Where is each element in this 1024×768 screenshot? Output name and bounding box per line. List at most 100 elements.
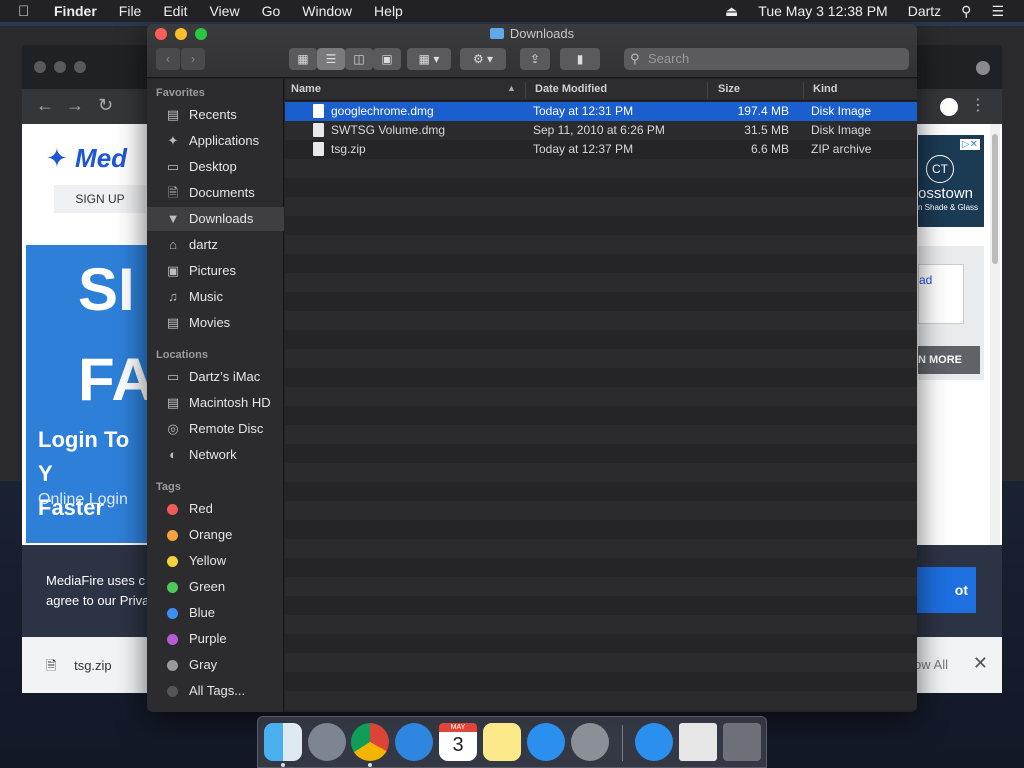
menu-view[interactable]: View <box>209 3 239 19</box>
sidebar-item-desktop[interactable]: ▭ Desktop <box>147 155 284 179</box>
share-icon[interactable]: ⇪ <box>520 48 550 70</box>
close-downloads-bar-icon[interactable]: ✕ <box>973 653 988 674</box>
locations-header: Locations <box>156 349 208 361</box>
notes-icon[interactable] <box>483 723 521 761</box>
ad-close-icon[interactable]: ▷✕ <box>959 139 980 150</box>
gallery-view-button[interactable]: ▣ <box>373 48 401 70</box>
sidebar-item-home[interactable]: ⌂ dartz <box>147 233 284 257</box>
search-input[interactable]: ⚲ Search <box>624 48 909 70</box>
launchpad-icon[interactable] <box>308 723 346 761</box>
sidebar-item-music[interactable]: ♫ Music <box>147 285 284 309</box>
sidebar-tag-orange[interactable]: Orange <box>147 523 284 547</box>
calendar-day: 3 <box>452 734 464 756</box>
tab-search-icon[interactable] <box>976 61 990 75</box>
download-item[interactable]: 🗎 tsg.zip <box>46 657 112 679</box>
finder-icon[interactable] <box>264 723 302 761</box>
column-date-modified[interactable]: Date Modified <box>535 83 607 95</box>
sidebar-item-recents[interactable]: ▤ Recents <box>147 103 284 127</box>
spotlight-search-icon[interactable]: ⚲ <box>961 3 971 20</box>
minimize-window-icon[interactable] <box>54 61 66 73</box>
scroll-thumb[interactable] <box>992 134 998 264</box>
sidebar-tag-gray[interactable]: Gray <box>147 653 284 677</box>
app-store-download-icon[interactable] <box>635 723 673 761</box>
sidebar-tag-yellow[interactable]: Yellow <box>147 549 284 573</box>
system-preferences-icon[interactable] <box>571 723 609 761</box>
card-link[interactable]: ad <box>918 264 964 324</box>
app-store-icon[interactable] <box>527 723 565 761</box>
calendar-icon[interactable]: MAY 3 <box>439 723 477 761</box>
monitor-icon: ▭ <box>166 369 180 384</box>
sidebar-item-pictures[interactable]: ▣ Pictures <box>147 259 284 283</box>
file-row[interactable]: googlechrome.dmg Today at 12:31 PM 197.4… <box>285 102 917 121</box>
sidebar-item-network[interactable]: ◐ Network <box>147 443 284 467</box>
advertisement[interactable]: ▷✕ CT osstown n Shade & Glass <box>918 135 984 227</box>
trash-icon[interactable] <box>723 723 761 761</box>
chrome-icon[interactable] <box>351 723 389 761</box>
column-view-button[interactable]: ◫ <box>345 48 373 70</box>
mediafire-logo[interactable]: ✦ Med <box>46 143 127 174</box>
file-kind: Disk Image <box>811 123 872 137</box>
sidebar-item-applications[interactable]: ✦ Applications <box>147 129 284 153</box>
column-divider[interactable] <box>803 82 804 98</box>
show-all-button[interactable]: ow All <box>914 657 948 672</box>
hard-disk-icon: ▤ <box>166 395 180 410</box>
sidebar-item-movies[interactable]: ▤ Movies <box>147 311 284 335</box>
sidebar-all-tags[interactable]: All Tags... <box>147 679 284 703</box>
column-divider[interactable] <box>707 82 708 98</box>
column-divider[interactable] <box>525 82 526 98</box>
sidebar-item-documents[interactable]: 🗎 Documents <box>147 181 284 205</box>
hero-login-text: Login To Y Faster <box>38 423 148 525</box>
more-menu-icon[interactable]: ⋮ <box>970 95 986 115</box>
sidebar-label: Pictures <box>189 263 236 278</box>
apple-menu-icon[interactable]:  <box>18 3 36 20</box>
icon-view-button[interactable]: ▦ <box>289 48 317 70</box>
learn-more-button[interactable]: N MORE <box>918 346 980 374</box>
file-row[interactable]: SWTSG Volume.dmg Sep 11, 2010 at 6:26 PM… <box>285 121 917 140</box>
sidebar-item-imac[interactable]: ▭ Dartz’s iMac <box>147 365 284 389</box>
tag-icon[interactable]: ▮ <box>560 48 600 70</box>
file-row[interactable]: tsg.zip Today at 12:37 PM 6.6 MB ZIP arc… <box>285 140 917 159</box>
menu-edit[interactable]: Edit <box>163 3 187 19</box>
sidebar-label: Movies <box>189 315 231 330</box>
sidebar-item-remote-disc[interactable]: ◎ Remote Disc <box>147 417 284 441</box>
back-button[interactable]: ‹ <box>156 48 180 70</box>
hero-online-login: Online Login <box>38 491 128 508</box>
clock[interactable]: Tue May 3 12:38 PM <box>758 3 887 19</box>
list-view-button[interactable]: ☰ <box>317 48 345 70</box>
back-icon[interactable]: ← <box>36 95 54 116</box>
search-placeholder: Search <box>648 51 690 66</box>
file-size: 6.6 MB <box>750 142 789 156</box>
forward-button[interactable]: › <box>181 48 205 70</box>
action-gear-icon[interactable]: ⚙ ▾ <box>460 48 506 70</box>
sidebar-item-macintosh-hd[interactable]: ▤ Macintosh HD <box>147 391 284 415</box>
sidebar-tag-green[interactable]: Green <box>147 575 284 599</box>
cookie-text-line2: agree to our Priva <box>46 593 150 608</box>
notification-center-icon[interactable]: ☰ <box>991 3 1004 20</box>
close-window-icon[interactable] <box>34 61 46 73</box>
hero-panel: SI FA Login To Y Faster Online Login <box>26 245 155 543</box>
menu-file[interactable]: File <box>119 3 142 19</box>
eject-icon[interactable]: ⏏ <box>725 3 738 20</box>
profile-icon[interactable] <box>940 98 958 116</box>
column-name[interactable]: Name <box>291 83 321 95</box>
zoom-window-icon[interactable] <box>74 61 86 73</box>
menu-finder[interactable]: Finder <box>54 3 97 19</box>
sidebar-tag-red[interactable]: Red <box>147 497 284 521</box>
sidebar-tag-purple[interactable]: Purple <box>147 627 284 651</box>
column-kind[interactable]: Kind <box>813 83 837 95</box>
safari-icon[interactable] <box>395 723 433 761</box>
group-by-button[interactable]: ▦ ▾ <box>407 48 451 70</box>
cookie-text: MediaFire uses c agree to our Priva <box>46 571 149 611</box>
user-menu[interactable]: Dartz <box>908 3 941 19</box>
reload-icon[interactable]: ↻ <box>98 95 113 116</box>
sidebar-tag-blue[interactable]: Blue <box>147 601 284 625</box>
sidebar-item-downloads[interactable]: ▼ Downloads <box>147 207 284 231</box>
menu-help[interactable]: Help <box>374 3 403 19</box>
disk-image-icon[interactable] <box>679 723 717 761</box>
menu-window[interactable]: Window <box>302 3 352 19</box>
forward-icon[interactable]: → <box>66 95 84 116</box>
sort-ascending-icon: ▲ <box>507 83 516 93</box>
signup-button[interactable]: SIGN UP <box>54 185 146 213</box>
menu-go[interactable]: Go <box>262 3 281 19</box>
column-size[interactable]: Size <box>718 83 740 95</box>
